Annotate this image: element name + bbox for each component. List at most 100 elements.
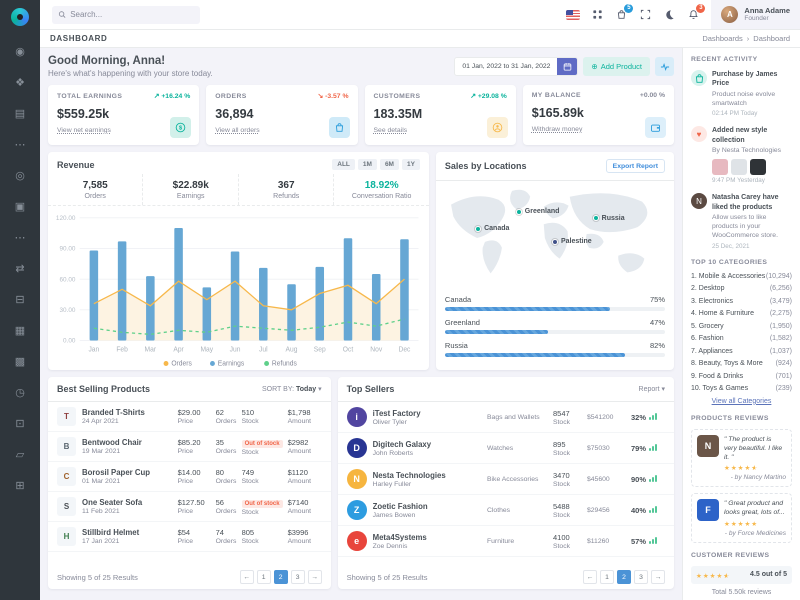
pagination-page[interactable]: → [308, 570, 322, 584]
seller-company[interactable]: Digitech Galaxy [373, 440, 487, 449]
customer-reviews-score: ★★★★★☆ 4.5 out of 5 [691, 566, 792, 584]
forms-icon[interactable]: ⊟ [0, 284, 40, 315]
revenue-tab-1m[interactable]: 1M [358, 159, 377, 170]
fullscreen-button[interactable] [633, 3, 657, 27]
activity-thumb [712, 159, 728, 175]
advance-ui-icon[interactable]: ⇄ [0, 253, 40, 284]
seller-company[interactable]: iTest Factory [373, 409, 487, 418]
category-row: 5. Grocery(1,950) [691, 323, 792, 330]
add-product-button[interactable]: ⊕Add Product [583, 57, 650, 76]
category-name: 4. Home & Furniture [691, 310, 754, 317]
pagination-page[interactable]: 1 [600, 570, 614, 584]
charts-icon[interactable]: ▦ [0, 315, 40, 346]
product-name[interactable]: One Seater Sofa [82, 498, 178, 507]
history-icon[interactable]: ◷ [0, 377, 40, 408]
activity-item: Purchase by James PriceProduct noise evo… [691, 70, 792, 117]
seller-amount: $541200 [587, 413, 631, 421]
stat-delta: ↘ -3.57 % [317, 92, 348, 100]
revenue-summary-value: 7,585 [48, 180, 142, 191]
more-dots-icon[interactable]: ⋯ [0, 222, 40, 253]
maps-icon[interactable]: ▱ [0, 439, 40, 470]
seller-category: Clothes [487, 506, 553, 514]
pagination-page[interactable]: 3 [634, 570, 648, 584]
auth-icon[interactable]: ◎ [0, 160, 40, 191]
pagination-page[interactable]: ← [240, 570, 254, 584]
app-logo[interactable] [0, 0, 40, 34]
search-box[interactable] [52, 6, 200, 24]
seller-percentage: 79% [631, 444, 665, 453]
cell-label: Price [178, 538, 216, 545]
revenue-summary-item: 7,585Orders [48, 174, 143, 205]
cell-label: Amount [288, 448, 322, 455]
stat-link[interactable]: See details [374, 127, 408, 134]
widgets-icon[interactable]: ▣ [0, 191, 40, 222]
category-count: (2,275) [770, 310, 792, 317]
revenue-summary-item: 18.92%Conversation Ratio [334, 174, 428, 205]
apps-grid-button[interactable] [585, 3, 609, 27]
svg-text:90.00: 90.00 [59, 246, 75, 253]
cell-label: Stock [553, 481, 587, 488]
layouts-icon[interactable]: ▤ [0, 98, 40, 129]
bag-icon [329, 117, 350, 138]
mini-bars-icon [649, 444, 657, 451]
pagination-page[interactable]: 1 [257, 570, 271, 584]
tables-icon[interactable]: ▩ [0, 346, 40, 377]
product-name[interactable]: Branded T-Shirts [82, 408, 178, 417]
pages-dots-icon[interactable]: ⋯ [0, 129, 40, 160]
product-name[interactable]: Bentwood Chair [82, 438, 178, 447]
external-icon[interactable]: ⊞ [0, 470, 40, 501]
sort-by-dropdown[interactable]: SORT BY: Today ▾ [262, 385, 322, 393]
stat-link[interactable]: View net earnings [57, 127, 111, 134]
revenue-tab-6m[interactable]: 6M [380, 159, 399, 170]
pagination-page[interactable]: ← [583, 570, 597, 584]
report-dropdown[interactable]: Report ▾ [639, 385, 665, 393]
export-report-button[interactable]: Export Report [606, 159, 665, 173]
cell-value: 4100 [553, 533, 587, 542]
activity-desc: Product noise evolve smartwatch [712, 90, 792, 108]
user-menu[interactable]: A Anna Adame Founder [711, 0, 800, 29]
language-flag-button[interactable] [561, 3, 585, 27]
pagination-page[interactable]: 3 [291, 570, 305, 584]
breadcrumb-item[interactable]: Dashboard [753, 34, 790, 43]
apps-icon[interactable]: ❖ [0, 67, 40, 98]
pagination-page[interactable]: → [651, 570, 665, 584]
seller-category: Furniture [487, 537, 553, 545]
activity-pulse-button[interactable] [655, 57, 674, 76]
dashboards-icon[interactable]: ◉ [0, 36, 40, 67]
svg-text:Apr: Apr [173, 346, 184, 353]
cart-button[interactable]: 5 [609, 3, 633, 27]
pagination-page[interactable]: 2 [617, 570, 631, 584]
seller-company[interactable]: Zoetic Fashion [373, 502, 487, 511]
view-all-categories-link[interactable]: View all Categories [691, 398, 792, 405]
dark-mode-button[interactable] [657, 3, 681, 27]
seller-company[interactable]: Nesta Technologies [373, 471, 487, 480]
table-cell: $7140Amount [288, 498, 322, 515]
breadcrumb-item[interactable]: Dashboards [702, 34, 742, 43]
date-range-picker[interactable]: 01 Jan, 2022 to 31 Jan, 2022 [454, 57, 578, 76]
stat-link[interactable]: Withdraw money [532, 126, 583, 133]
pip-icon[interactable]: ⊡ [0, 408, 40, 439]
reviewer-avatar: F [697, 499, 719, 521]
svg-text:Feb: Feb [116, 346, 128, 353]
product-thumbnail: T [57, 407, 76, 426]
product-name[interactable]: Stillbird Helmet [82, 528, 178, 537]
top-sellers-footer: Showing 5 of 25 Results [347, 573, 428, 582]
notifications-button[interactable]: 3 [681, 3, 705, 27]
review-quote: " Great product and looks great, lots of… [724, 499, 786, 517]
svg-text:Orders: Orders [171, 361, 192, 368]
stat-link[interactable]: View all orders [215, 127, 259, 134]
category-row: 6. Fashion(1,582) [691, 335, 792, 342]
date-range-value: 01 Jan, 2022 to 31 Jan, 2022 [455, 58, 557, 75]
product-name[interactable]: Borosil Paper Cup [82, 468, 178, 477]
pagination-page[interactable]: 2 [274, 570, 288, 584]
category-name: 10. Toys & Games [691, 385, 748, 392]
calendar-button[interactable] [557, 58, 577, 75]
seller-company[interactable]: Meta4Systems [373, 533, 487, 542]
activity-desc: By Nesta Technologies [712, 146, 792, 155]
search-input[interactable] [70, 10, 194, 19]
revenue-tab-1y[interactable]: 1Y [402, 159, 420, 170]
category-name: 1. Mobile & Accessories [691, 273, 765, 280]
revenue-tab-all[interactable]: ALL [332, 159, 355, 170]
app-sidebar: ◉❖▤⋯◎▣⋯⇄⊟▦▩◷⊡▱⊞ [0, 0, 40, 600]
out-of-stock-badge: Out of stock [242, 440, 283, 448]
